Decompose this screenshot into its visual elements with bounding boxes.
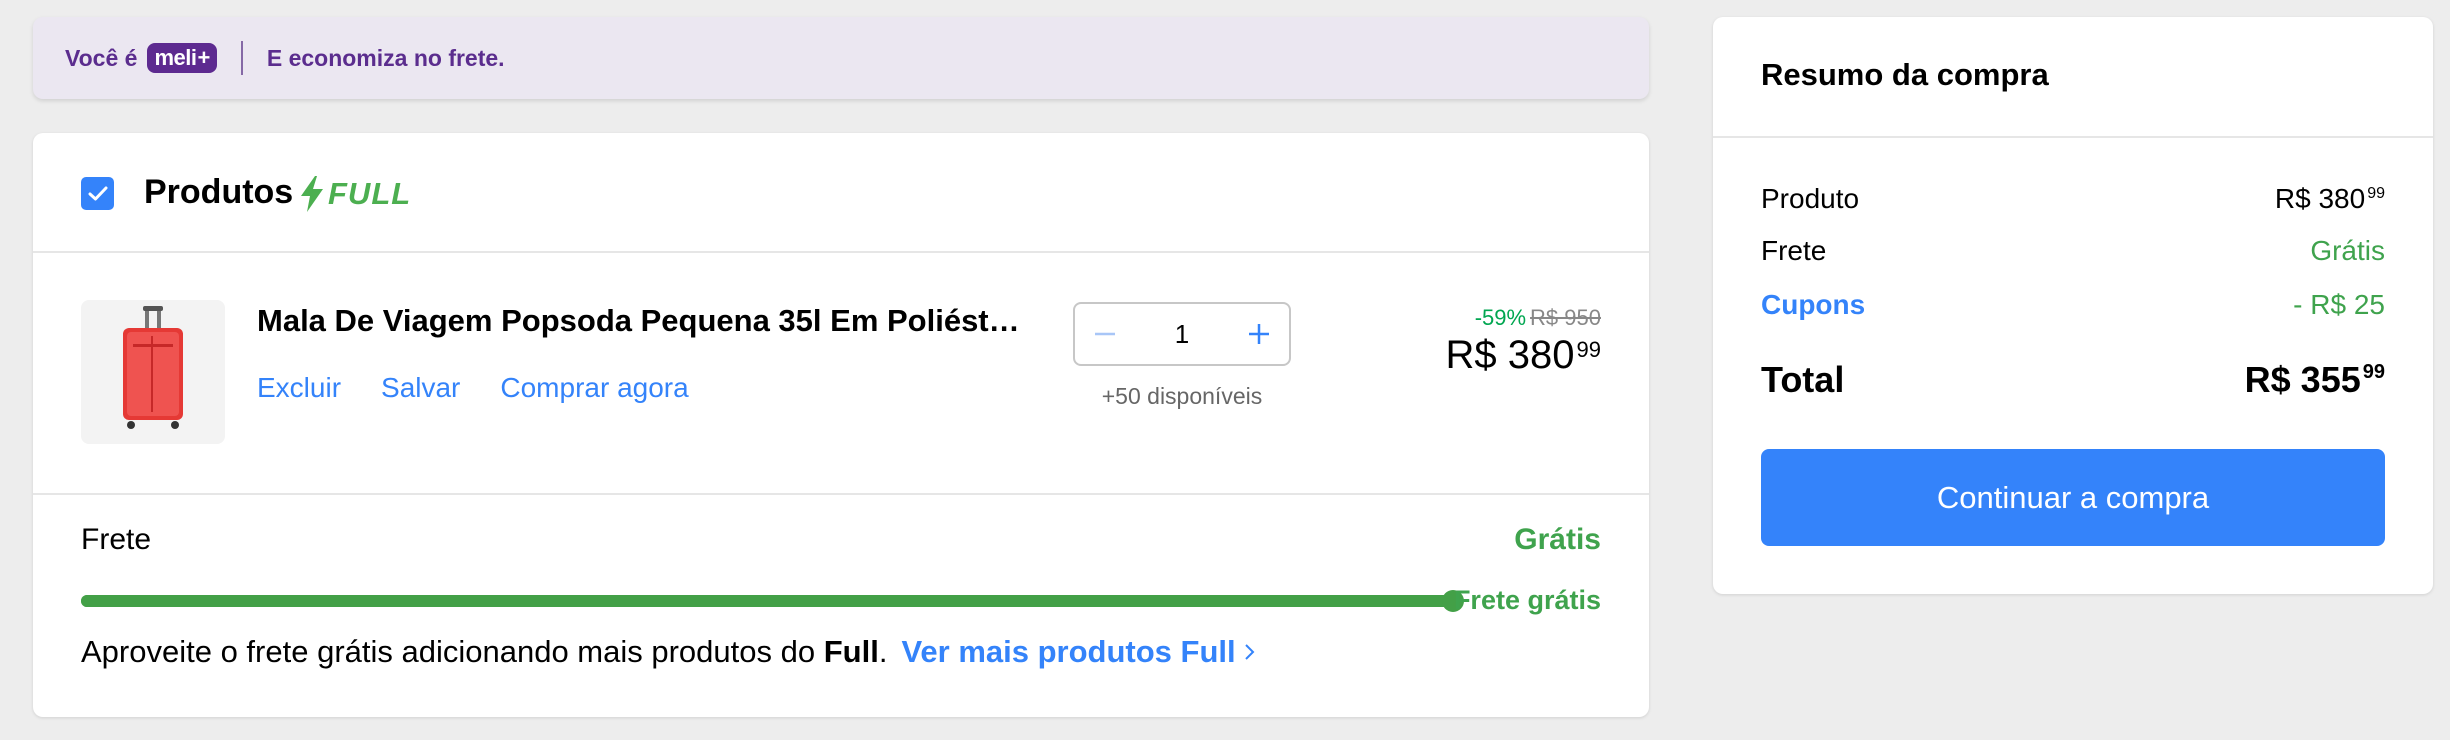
summary-title: Resumo da compra <box>1761 57 2049 92</box>
total-label: Total <box>1761 359 1845 400</box>
shipping-section: Frete Grátis Frete grátis Aproveite o fr… <box>33 497 1649 717</box>
progress-fill <box>81 595 1456 607</box>
summary-line-product: Produto R$ 380 99 <box>1761 183 2385 215</box>
full-logo: FULL <box>298 175 411 213</box>
banner-message: E economiza no frete. <box>266 44 505 71</box>
chevron-right-icon[interactable] <box>1242 641 1258 663</box>
banner-divider <box>240 41 243 75</box>
stock-available: +50 disponíveis <box>1101 383 1263 409</box>
price-block: -59% R$ 950 R$ 38099 <box>1446 305 1601 378</box>
products-card: Produtos FULL Mala De Viagem Popsoda Peq… <box>33 133 1649 717</box>
summary-line-coupons: Cupons - R$ 25 <box>1761 289 2385 321</box>
meli-badge-plus: + <box>197 45 210 70</box>
suitcase-image <box>123 306 183 429</box>
promo-text: Aproveite o frete grátis adicionando mai… <box>81 634 824 669</box>
select-all-checkbox[interactable] <box>81 177 114 210</box>
save-link[interactable]: Salvar <box>381 372 460 404</box>
promo-period: . <box>878 634 888 669</box>
shipping-label: Frete <box>81 523 152 556</box>
banner-prefix: Você é <box>65 44 138 71</box>
meli-badge-text: meli <box>154 45 197 70</box>
full-label: FULL <box>328 176 412 211</box>
product-title[interactable]: Mala De Viagem Popsoda Pequena 35l Em Po… <box>257 303 1027 339</box>
free-shipping-progress <box>81 590 1464 612</box>
shipping-value: Grátis <box>1514 523 1601 556</box>
cart-item: Mala De Viagem Popsoda Pequena 35l Em Po… <box>33 255 1649 495</box>
quantity-stepper: 1 <box>1073 302 1291 366</box>
summary-product-value: R$ 380 99 <box>2274 183 2385 214</box>
progress-label: Frete grátis <box>1453 585 1601 615</box>
buy-now-link[interactable]: Comprar agora <box>500 372 688 404</box>
continue-purchase-button[interactable]: Continuar a compra <box>1761 449 2385 546</box>
total-value: R$ 355 99 <box>2244 359 2385 400</box>
discount-percent: -59% <box>1474 305 1527 330</box>
more-full-products-link[interactable]: Ver mais produtos Full <box>901 634 1235 670</box>
price-main: R$ 380 <box>1445 333 1575 377</box>
discount-line: -59% R$ 950 <box>1446 305 1601 331</box>
summary-shipping-label: Frete <box>1761 235 1827 266</box>
plus-icon[interactable] <box>1245 320 1273 348</box>
summary-total: Total R$ 355 99 <box>1761 359 2385 401</box>
products-title: Produtos <box>144 173 294 211</box>
current-price: R$ 38099 <box>1446 333 1601 378</box>
summary-shipping-value: Grátis <box>2310 235 2385 266</box>
summary-product-label: Produto <box>1761 183 1860 214</box>
summary-line-shipping: Frete Grátis <box>1761 235 2385 267</box>
promo-bold: Full <box>823 634 879 669</box>
purchase-summary-card: Resumo da compra Produto R$ 380 99 Frete … <box>1713 17 2433 594</box>
price-cents: 99 <box>1576 337 1601 362</box>
old-price: R$ 950 <box>1530 305 1601 330</box>
item-actions: Excluir Salvar Comprar agora <box>257 372 689 404</box>
promo-link-text: Ver mais produtos Full <box>901 634 1236 669</box>
summary-header: Resumo da compra <box>1713 17 2433 138</box>
meli-plus-badge: meli + <box>147 43 217 73</box>
product-image[interactable] <box>81 300 225 444</box>
coupons-link[interactable]: Cupons <box>1761 289 1865 321</box>
shipping-promo: Aproveite o frete grátis adicionando mai… <box>81 634 1258 670</box>
lightning-icon <box>301 176 323 212</box>
minus-icon[interactable] <box>1091 320 1119 348</box>
delete-link[interactable]: Excluir <box>257 372 341 404</box>
check-icon <box>88 186 107 200</box>
summary-coupons-value: - R$ 25 <box>2293 289 2385 320</box>
meli-plus-banner: Você é meli + E economiza no frete. <box>33 17 1649 99</box>
quantity-value[interactable]: 1 <box>1175 319 1189 350</box>
products-header: Produtos FULL <box>33 133 1649 253</box>
